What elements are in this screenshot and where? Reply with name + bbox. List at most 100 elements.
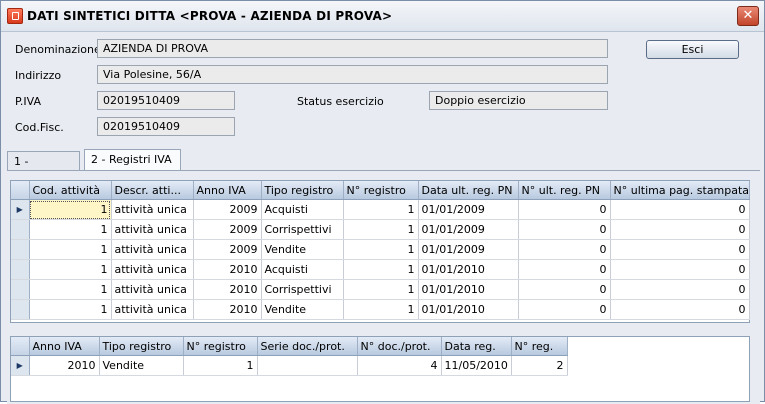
cell-descr-attivita[interactable]: attività unica bbox=[111, 259, 194, 280]
column-header-n-registro[interactable]: N° registro bbox=[183, 337, 258, 356]
cell-n-registro[interactable]: 1 bbox=[183, 355, 258, 376]
cell-n-registro[interactable]: 1 bbox=[343, 199, 419, 220]
indirizzo-field[interactable]: Via Polesine, 56/A bbox=[97, 65, 608, 84]
cell-tipo-registro[interactable]: Corrispettivi bbox=[261, 279, 344, 300]
table-row[interactable]: ▶ 2010 Vendite 1 4 11/05/2010 2 bbox=[11, 355, 568, 376]
registri-grid: Cod. attività Descr. atti... Anno IVA Ti… bbox=[10, 180, 750, 323]
cell-descr-attivita[interactable]: attività unica bbox=[111, 239, 194, 260]
cell-cod-attivita[interactable]: 1 bbox=[29, 239, 112, 260]
cell-n-registro[interactable]: 1 bbox=[343, 259, 419, 280]
cell-anno-iva[interactable]: 2009 bbox=[193, 199, 262, 220]
cell-cod-attivita[interactable]: 1 bbox=[29, 279, 112, 300]
column-header-n-reg[interactable]: N° reg. bbox=[511, 337, 568, 356]
column-header-cod-attivita[interactable]: Cod. attività bbox=[29, 181, 112, 200]
table-row[interactable]: 1 attività unica 2009 Corrispettivi 1 01… bbox=[11, 219, 750, 240]
codfisc-label: Cod.Fisc. bbox=[15, 121, 64, 134]
cell-n-ultima-pag-stampata[interactable]: 0 bbox=[610, 219, 750, 240]
table-row[interactable]: 1 attività unica 2010 Vendite 1 01/01/20… bbox=[11, 299, 750, 320]
column-header-tipo-registro[interactable]: Tipo registro bbox=[99, 337, 184, 356]
esci-button[interactable]: Esci bbox=[646, 40, 739, 59]
cell-n-ultima-pag-stampata[interactable]: 0 bbox=[610, 239, 750, 260]
status-esercizio-label: Status esercizio bbox=[297, 95, 384, 108]
cell-n-ultima-pag-stampata[interactable]: 0 bbox=[610, 279, 750, 300]
cell-n-ult-reg-pn[interactable]: 0 bbox=[518, 219, 611, 240]
column-header-anno-iva[interactable]: Anno IVA bbox=[193, 181, 262, 200]
cell-data-ult-reg-pn[interactable]: 01/01/2009 bbox=[418, 239, 519, 260]
cell-n-registro[interactable]: 1 bbox=[343, 219, 419, 240]
cell-data-ult-reg-pn[interactable]: 01/01/2010 bbox=[418, 299, 519, 320]
cell-cod-attivita[interactable]: 1 bbox=[29, 199, 112, 220]
cell-tipo-registro[interactable]: Acquisti bbox=[261, 199, 344, 220]
cell-n-ultima-pag-stampata[interactable]: 0 bbox=[610, 299, 750, 320]
table-row[interactable]: 1 attività unica 2009 Vendite 1 01/01/20… bbox=[11, 239, 750, 260]
cell-n-registro[interactable]: 1 bbox=[343, 299, 419, 320]
cell-n-registro[interactable]: 1 bbox=[343, 239, 419, 260]
cell-n-doc-prot[interactable]: 4 bbox=[357, 355, 442, 376]
column-header-n-doc-prot[interactable]: N° doc./prot. bbox=[357, 337, 442, 356]
cell-anno-iva[interactable]: 2009 bbox=[193, 239, 262, 260]
column-header-n-ultima-pag-stampata[interactable]: N° ultima pag. stampata bbox=[610, 181, 750, 200]
cell-descr-attivita[interactable]: attività unica bbox=[111, 199, 194, 220]
cell-n-ult-reg-pn[interactable]: 0 bbox=[518, 279, 611, 300]
cell-n-reg[interactable]: 2 bbox=[511, 355, 568, 376]
cell-descr-attivita[interactable]: attività unica bbox=[111, 299, 194, 320]
cell-n-ult-reg-pn[interactable]: 0 bbox=[518, 299, 611, 320]
row-indicator bbox=[11, 259, 30, 280]
detail-grid: Anno IVA Tipo registro N° registro Serie… bbox=[10, 336, 750, 402]
cell-anno-iva[interactable]: 2009 bbox=[193, 219, 262, 240]
window: DATI SINTETICI DITTA <PROVA - AZIENDA DI… bbox=[0, 0, 765, 404]
cell-anno-iva[interactable]: 2010 bbox=[193, 279, 262, 300]
denominazione-label: Denominazione bbox=[15, 43, 101, 56]
cell-cod-attivita[interactable]: 1 bbox=[29, 219, 112, 240]
cell-cod-attivita[interactable]: 1 bbox=[29, 259, 112, 280]
cell-tipo-registro[interactable]: Acquisti bbox=[261, 259, 344, 280]
row-indicator bbox=[11, 279, 30, 300]
cell-tipo-registro[interactable]: Corrispettivi bbox=[261, 219, 344, 240]
cell-anno-iva[interactable]: 2010 bbox=[29, 355, 100, 376]
cell-data-ult-reg-pn[interactable]: 01/01/2010 bbox=[418, 259, 519, 280]
codfisc-field[interactable]: 02019510409 bbox=[97, 117, 235, 136]
status-esercizio-field[interactable]: Doppio esercizio bbox=[429, 91, 608, 110]
column-header-tipo-registro[interactable]: Tipo registro bbox=[261, 181, 344, 200]
cell-data-reg[interactable]: 11/05/2010 bbox=[441, 355, 512, 376]
cell-serie-doc-prot[interactable] bbox=[257, 355, 358, 376]
cell-n-registro[interactable]: 1 bbox=[343, 279, 419, 300]
current-row-indicator-icon: ▶ bbox=[11, 355, 30, 376]
tab-registri-iva[interactable]: 2 - Registri IVA bbox=[84, 149, 181, 171]
column-header-serie-doc-prot[interactable]: Serie doc./prot. bbox=[257, 337, 358, 356]
cell-tipo-registro[interactable]: Vendite bbox=[261, 239, 344, 260]
column-header-descr-attivita[interactable]: Descr. atti... bbox=[111, 181, 194, 200]
column-header-data-ult-reg-pn[interactable]: Data ult. reg. PN bbox=[418, 181, 519, 200]
cell-data-ult-reg-pn[interactable]: 01/01/2010 bbox=[418, 279, 519, 300]
cell-descr-attivita[interactable]: attività unica bbox=[111, 279, 194, 300]
column-header-n-registro[interactable]: N° registro bbox=[343, 181, 419, 200]
table-row[interactable]: 1 attività unica 2010 Acquisti 1 01/01/2… bbox=[11, 259, 750, 280]
cell-n-ult-reg-pn[interactable]: 0 bbox=[518, 199, 611, 220]
close-button[interactable]: ✕ bbox=[737, 6, 759, 26]
cell-anno-iva[interactable]: 2010 bbox=[193, 299, 262, 320]
cell-tipo-registro[interactable]: Vendite bbox=[99, 355, 184, 376]
cell-n-ultima-pag-stampata[interactable]: 0 bbox=[610, 199, 750, 220]
piva-label: P.IVA bbox=[15, 95, 42, 108]
cell-tipo-registro[interactable]: Vendite bbox=[261, 299, 344, 320]
cell-data-ult-reg-pn[interactable]: 01/01/2009 bbox=[418, 219, 519, 240]
registri-header-row: Cod. attività Descr. atti... Anno IVA Ti… bbox=[11, 181, 750, 200]
cell-data-ult-reg-pn[interactable]: 01/01/2009 bbox=[418, 199, 519, 220]
column-header-data-reg[interactable]: Data reg. bbox=[441, 337, 512, 356]
title-bar[interactable]: DATI SINTETICI DITTA <PROVA - AZIENDA DI… bbox=[1, 1, 764, 32]
row-indicator bbox=[11, 219, 30, 240]
table-row[interactable]: 1 attività unica 2010 Corrispettivi 1 01… bbox=[11, 279, 750, 300]
column-header-anno-iva[interactable]: Anno IVA bbox=[29, 337, 100, 356]
denominazione-field[interactable]: AZIENDA DI PROVA bbox=[97, 39, 608, 58]
table-row[interactable]: ▶ 1 attività unica 2009 Acquisti 1 01/01… bbox=[11, 199, 750, 220]
cell-descr-attivita[interactable]: attività unica bbox=[111, 219, 194, 240]
row-indicator bbox=[11, 299, 30, 320]
cell-n-ultima-pag-stampata[interactable]: 0 bbox=[610, 259, 750, 280]
tab-generale[interactable]: 1 - Generale bbox=[7, 151, 80, 181]
piva-field[interactable]: 02019510409 bbox=[97, 91, 235, 110]
cell-cod-attivita[interactable]: 1 bbox=[29, 299, 112, 320]
cell-n-ult-reg-pn[interactable]: 0 bbox=[518, 239, 611, 260]
cell-anno-iva[interactable]: 2010 bbox=[193, 259, 262, 280]
column-header-n-ult-reg-pn[interactable]: N° ult. reg. PN bbox=[518, 181, 611, 200]
cell-n-ult-reg-pn[interactable]: 0 bbox=[518, 259, 611, 280]
